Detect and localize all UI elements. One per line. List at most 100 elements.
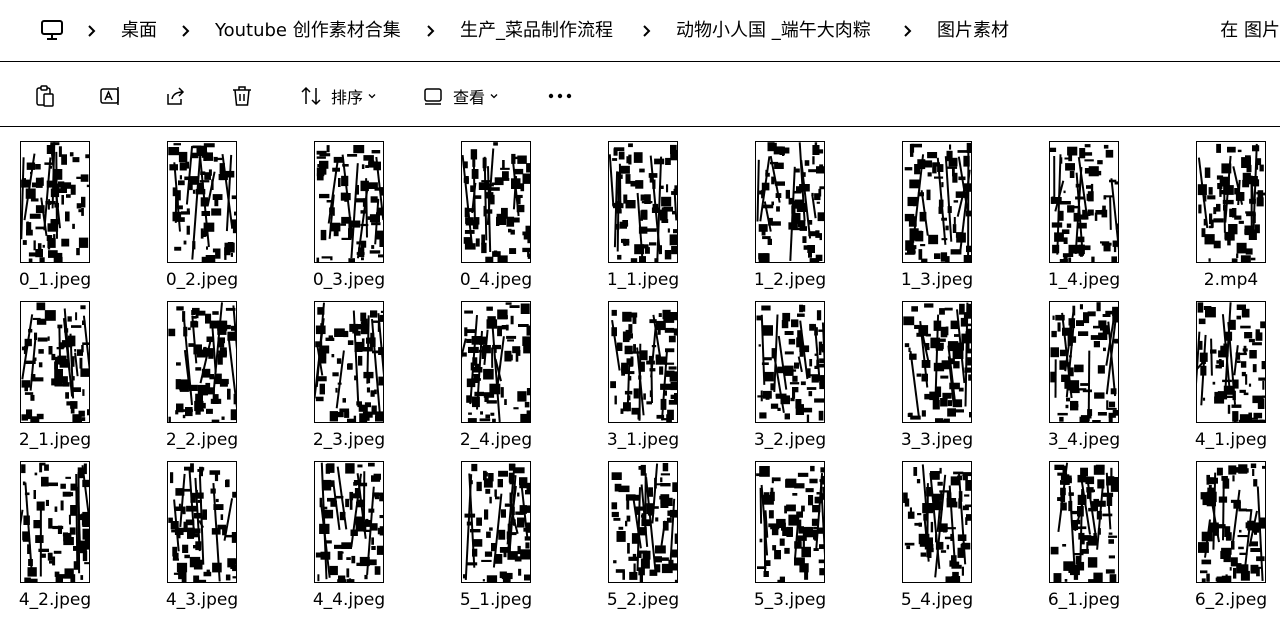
file-thumbnail (461, 141, 531, 263)
share-button[interactable] (164, 83, 188, 109)
file-name: 5_4.jpeg (900, 590, 974, 610)
sort-button[interactable]: 排序 (299, 83, 377, 109)
more-options-button[interactable] (547, 83, 573, 109)
chevron-right-icon[interactable] (86, 19, 98, 43)
thumbnail-image (315, 462, 383, 582)
file-thumbnail (1196, 141, 1266, 263)
file-name: 6_1.jpeg (1047, 590, 1121, 610)
rename-icon (100, 87, 119, 105)
file-item[interactable]: 3_2.jpeg (730, 287, 850, 450)
thumbnail-image (1050, 462, 1118, 582)
thumbnail-image (1050, 144, 1118, 262)
breadcrumb-item-animal-kingdom[interactable]: 动物小人国 _端午大肉粽 (676, 19, 871, 43)
file-item[interactable]: 2_3.jpeg (289, 287, 409, 450)
file-thumbnail (755, 301, 825, 423)
rename-button[interactable] (99, 83, 123, 109)
address-bar: 桌面 Youtube 创作素材合集 生产_菜品制作流程 动物小人国 _端午大肉粽… (0, 0, 1280, 62)
file-item[interactable]: 0_4.jpeg (436, 127, 556, 290)
file-thumbnail (167, 141, 237, 263)
breadcrumb-item-youtube[interactable]: Youtube 创作素材合集 (215, 19, 401, 43)
file-thumbnail (314, 141, 384, 263)
sort-label: 排序 (331, 88, 364, 107)
sort-icon (301, 86, 321, 106)
file-item[interactable]: 3_1.jpeg (583, 287, 703, 450)
view-label: 查看 (453, 88, 486, 107)
thumbnail-image (756, 465, 824, 582)
breadcrumb-item-images[interactable]: 图片素材 (937, 19, 1009, 43)
file-item[interactable]: 0_2.jpeg (142, 127, 262, 290)
file-item[interactable]: 0_3.jpeg (289, 127, 409, 290)
file-name: 4_4.jpeg (312, 590, 386, 610)
file-thumbnail (608, 461, 678, 583)
thumbnail-image (903, 302, 971, 422)
thumbnail-image (610, 309, 677, 422)
file-thumbnail (314, 301, 384, 423)
file-item[interactable]: 1_1.jpeg (583, 127, 703, 290)
breadcrumb-item-desktop[interactable]: 桌面 (121, 19, 157, 43)
thumbnail-image (168, 302, 236, 422)
share-icon (167, 87, 185, 105)
thumbnail-image (462, 142, 530, 262)
view-icon (424, 88, 442, 105)
file-thumbnail (20, 461, 90, 583)
file-name: 5_1.jpeg (459, 590, 533, 610)
file-item[interactable]: 5_2.jpeg (583, 447, 703, 610)
file-thumbnail (461, 301, 531, 423)
file-grid: 0_1.jpeg 0_2.jpeg 0_3.jpeg 0_4.jpeg 1_1.jpeg… (0, 127, 1280, 617)
file-name: 6_2.jpeg (1194, 590, 1268, 610)
file-thumbnail (1196, 461, 1266, 583)
file-item[interactable]: 0_1.jpeg (0, 127, 115, 290)
file-item[interactable]: 6_1.jpeg (1024, 447, 1144, 610)
breadcrumb-item-production[interactable]: 生产_菜品制作流程 (460, 19, 613, 43)
chevron-right-icon[interactable] (641, 19, 653, 43)
thumbnail-image (316, 145, 383, 262)
file-thumbnail (167, 301, 237, 423)
view-button[interactable]: 查看 (421, 83, 499, 109)
thumbnail-image (168, 143, 236, 262)
file-thumbnail (1196, 301, 1266, 423)
paste-button[interactable] (33, 83, 57, 109)
chevron-right-icon[interactable] (902, 19, 914, 43)
thumbnail-image (611, 463, 677, 582)
file-thumbnail (755, 461, 825, 583)
file-item[interactable]: 4_4.jpeg (289, 447, 409, 610)
file-item[interactable]: 2_2.jpeg (142, 287, 262, 450)
file-item[interactable]: 1_2.jpeg (730, 127, 850, 290)
file-item[interactable]: 5_4.jpeg (877, 447, 997, 610)
file-thumbnail (1049, 461, 1119, 583)
file-item[interactable]: 1_4.jpeg (1024, 127, 1144, 290)
file-thumbnail (20, 141, 90, 263)
thumbnail-image (756, 304, 824, 422)
file-thumbnail (608, 141, 678, 263)
file-thumbnail (461, 461, 531, 583)
file-item[interactable]: 3_3.jpeg (877, 287, 997, 450)
file-name: 4_3.jpeg (165, 590, 239, 610)
breadcrumb: 桌面 Youtube 创作素材合集 生产_菜品制作流程 动物小人国 _端午大肉粽… (0, 0, 1280, 62)
file-thumbnail (1049, 301, 1119, 423)
file-item[interactable]: 2_4.jpeg (436, 287, 556, 450)
thumbnail-image (1197, 143, 1265, 262)
file-item[interactable]: 5_3.jpeg (730, 447, 850, 610)
file-thumbnail (314, 461, 384, 583)
file-item[interactable]: 4_1.jpeg (1171, 287, 1280, 450)
file-item[interactable]: 2_1.jpeg (0, 287, 115, 450)
file-item[interactable]: 3_4.jpeg (1024, 287, 1144, 450)
file-item[interactable]: 6_2.jpeg (1171, 447, 1280, 610)
thumbnail-image (463, 463, 530, 582)
file-item[interactable]: 4_2.jpeg (0, 447, 115, 610)
thumbnail-image (315, 302, 383, 422)
search-input[interactable]: 在 图片 (1220, 19, 1280, 43)
chevron-right-icon[interactable] (425, 19, 437, 43)
file-thumbnail (902, 461, 972, 583)
thumbnail-image (756, 142, 824, 262)
file-item[interactable]: 4_3.jpeg (142, 447, 262, 610)
file-item[interactable]: 2.mp4 (1171, 127, 1280, 290)
paste-icon (36, 85, 54, 107)
command-bar: 排序 查看 (0, 63, 1280, 127)
file-thumbnail (902, 141, 972, 263)
delete-button[interactable] (230, 83, 254, 109)
file-item[interactable]: 5_1.jpeg (436, 447, 556, 610)
thumbnail-image (904, 142, 971, 262)
file-item[interactable]: 1_3.jpeg (877, 127, 997, 290)
chevron-right-icon[interactable] (180, 19, 192, 43)
